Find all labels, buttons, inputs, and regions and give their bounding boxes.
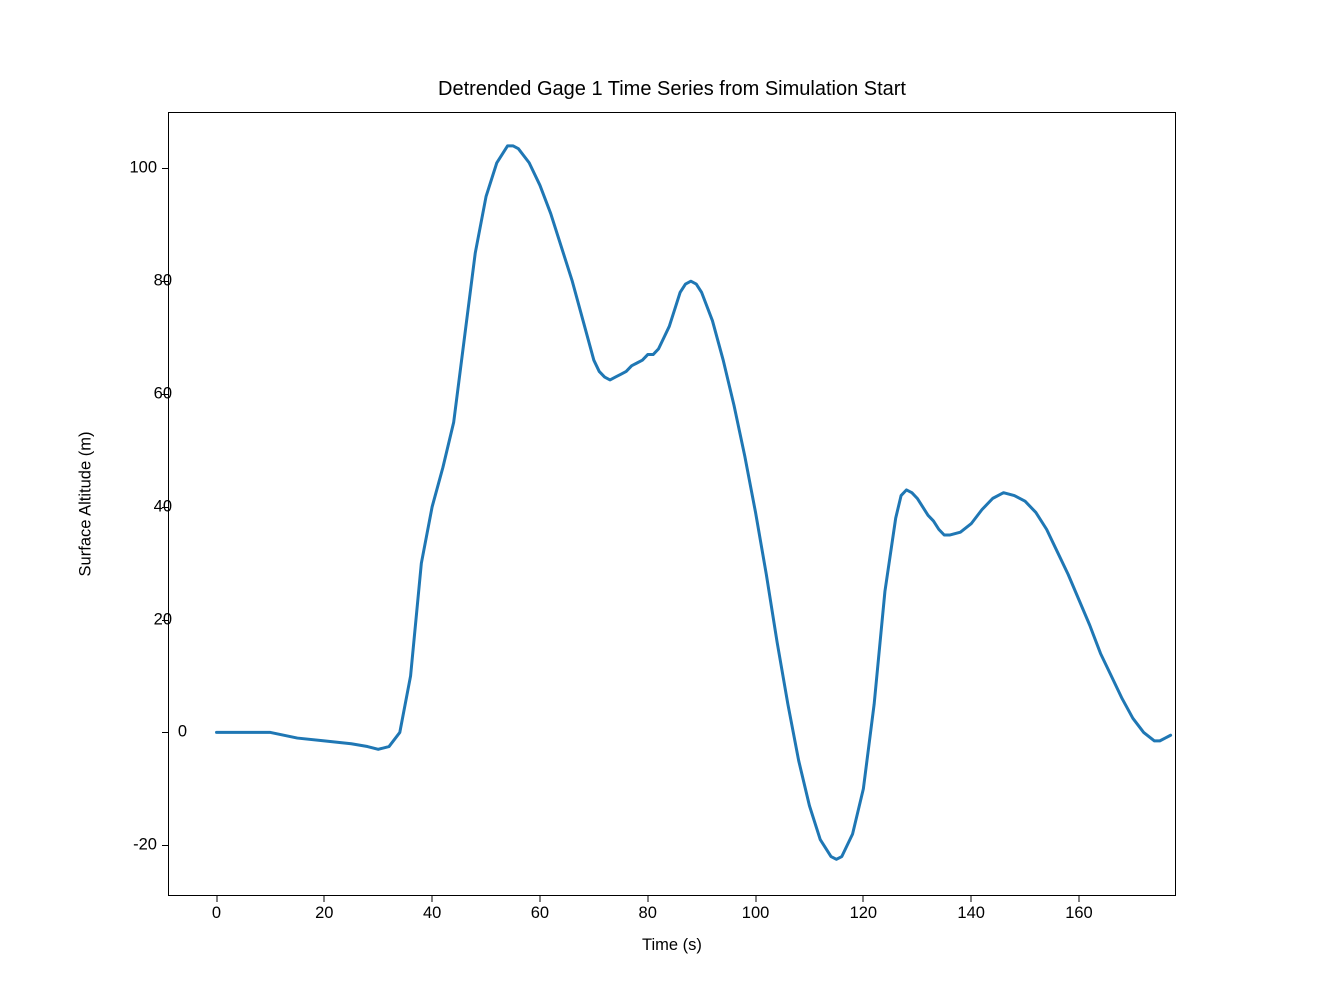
xtick-mark <box>647 896 648 902</box>
ytick-label: 40 <box>128 497 172 516</box>
xtick-label: 100 <box>742 904 770 923</box>
xtick-label: 0 <box>212 904 221 923</box>
xtick-mark <box>971 896 972 902</box>
xtick-mark <box>1078 896 1079 902</box>
xtick-label: 120 <box>850 904 878 923</box>
xtick-mark <box>432 896 433 902</box>
ytick-mark <box>162 168 168 169</box>
ytick-label: 0 <box>143 723 187 742</box>
xtick-mark <box>539 896 540 902</box>
xtick-label: 160 <box>1065 904 1093 923</box>
xtick-mark <box>863 896 864 902</box>
chart-title: Detrended Gage 1 Time Series from Simula… <box>0 78 1344 101</box>
y-axis-label: Surface Altitude (m) <box>77 432 96 577</box>
ytick-label: 20 <box>128 610 172 629</box>
x-axis-label: Time (s) <box>168 936 1176 955</box>
line-series <box>168 112 1176 896</box>
xtick-label: 80 <box>639 904 657 923</box>
xtick-mark <box>324 896 325 902</box>
ytick-label: 60 <box>128 385 172 404</box>
chart-container: Detrended Gage 1 Time Series from Simula… <box>0 0 1344 1008</box>
ytick-label: -20 <box>113 836 157 855</box>
ytick-label: 80 <box>128 272 172 291</box>
xtick-label: 140 <box>957 904 985 923</box>
xtick-label: 20 <box>315 904 333 923</box>
ytick-mark <box>162 845 168 846</box>
xtick-mark <box>755 896 756 902</box>
ytick-label: 100 <box>113 159 157 178</box>
xtick-mark <box>216 896 217 902</box>
xtick-label: 40 <box>423 904 441 923</box>
xtick-label: 60 <box>531 904 549 923</box>
